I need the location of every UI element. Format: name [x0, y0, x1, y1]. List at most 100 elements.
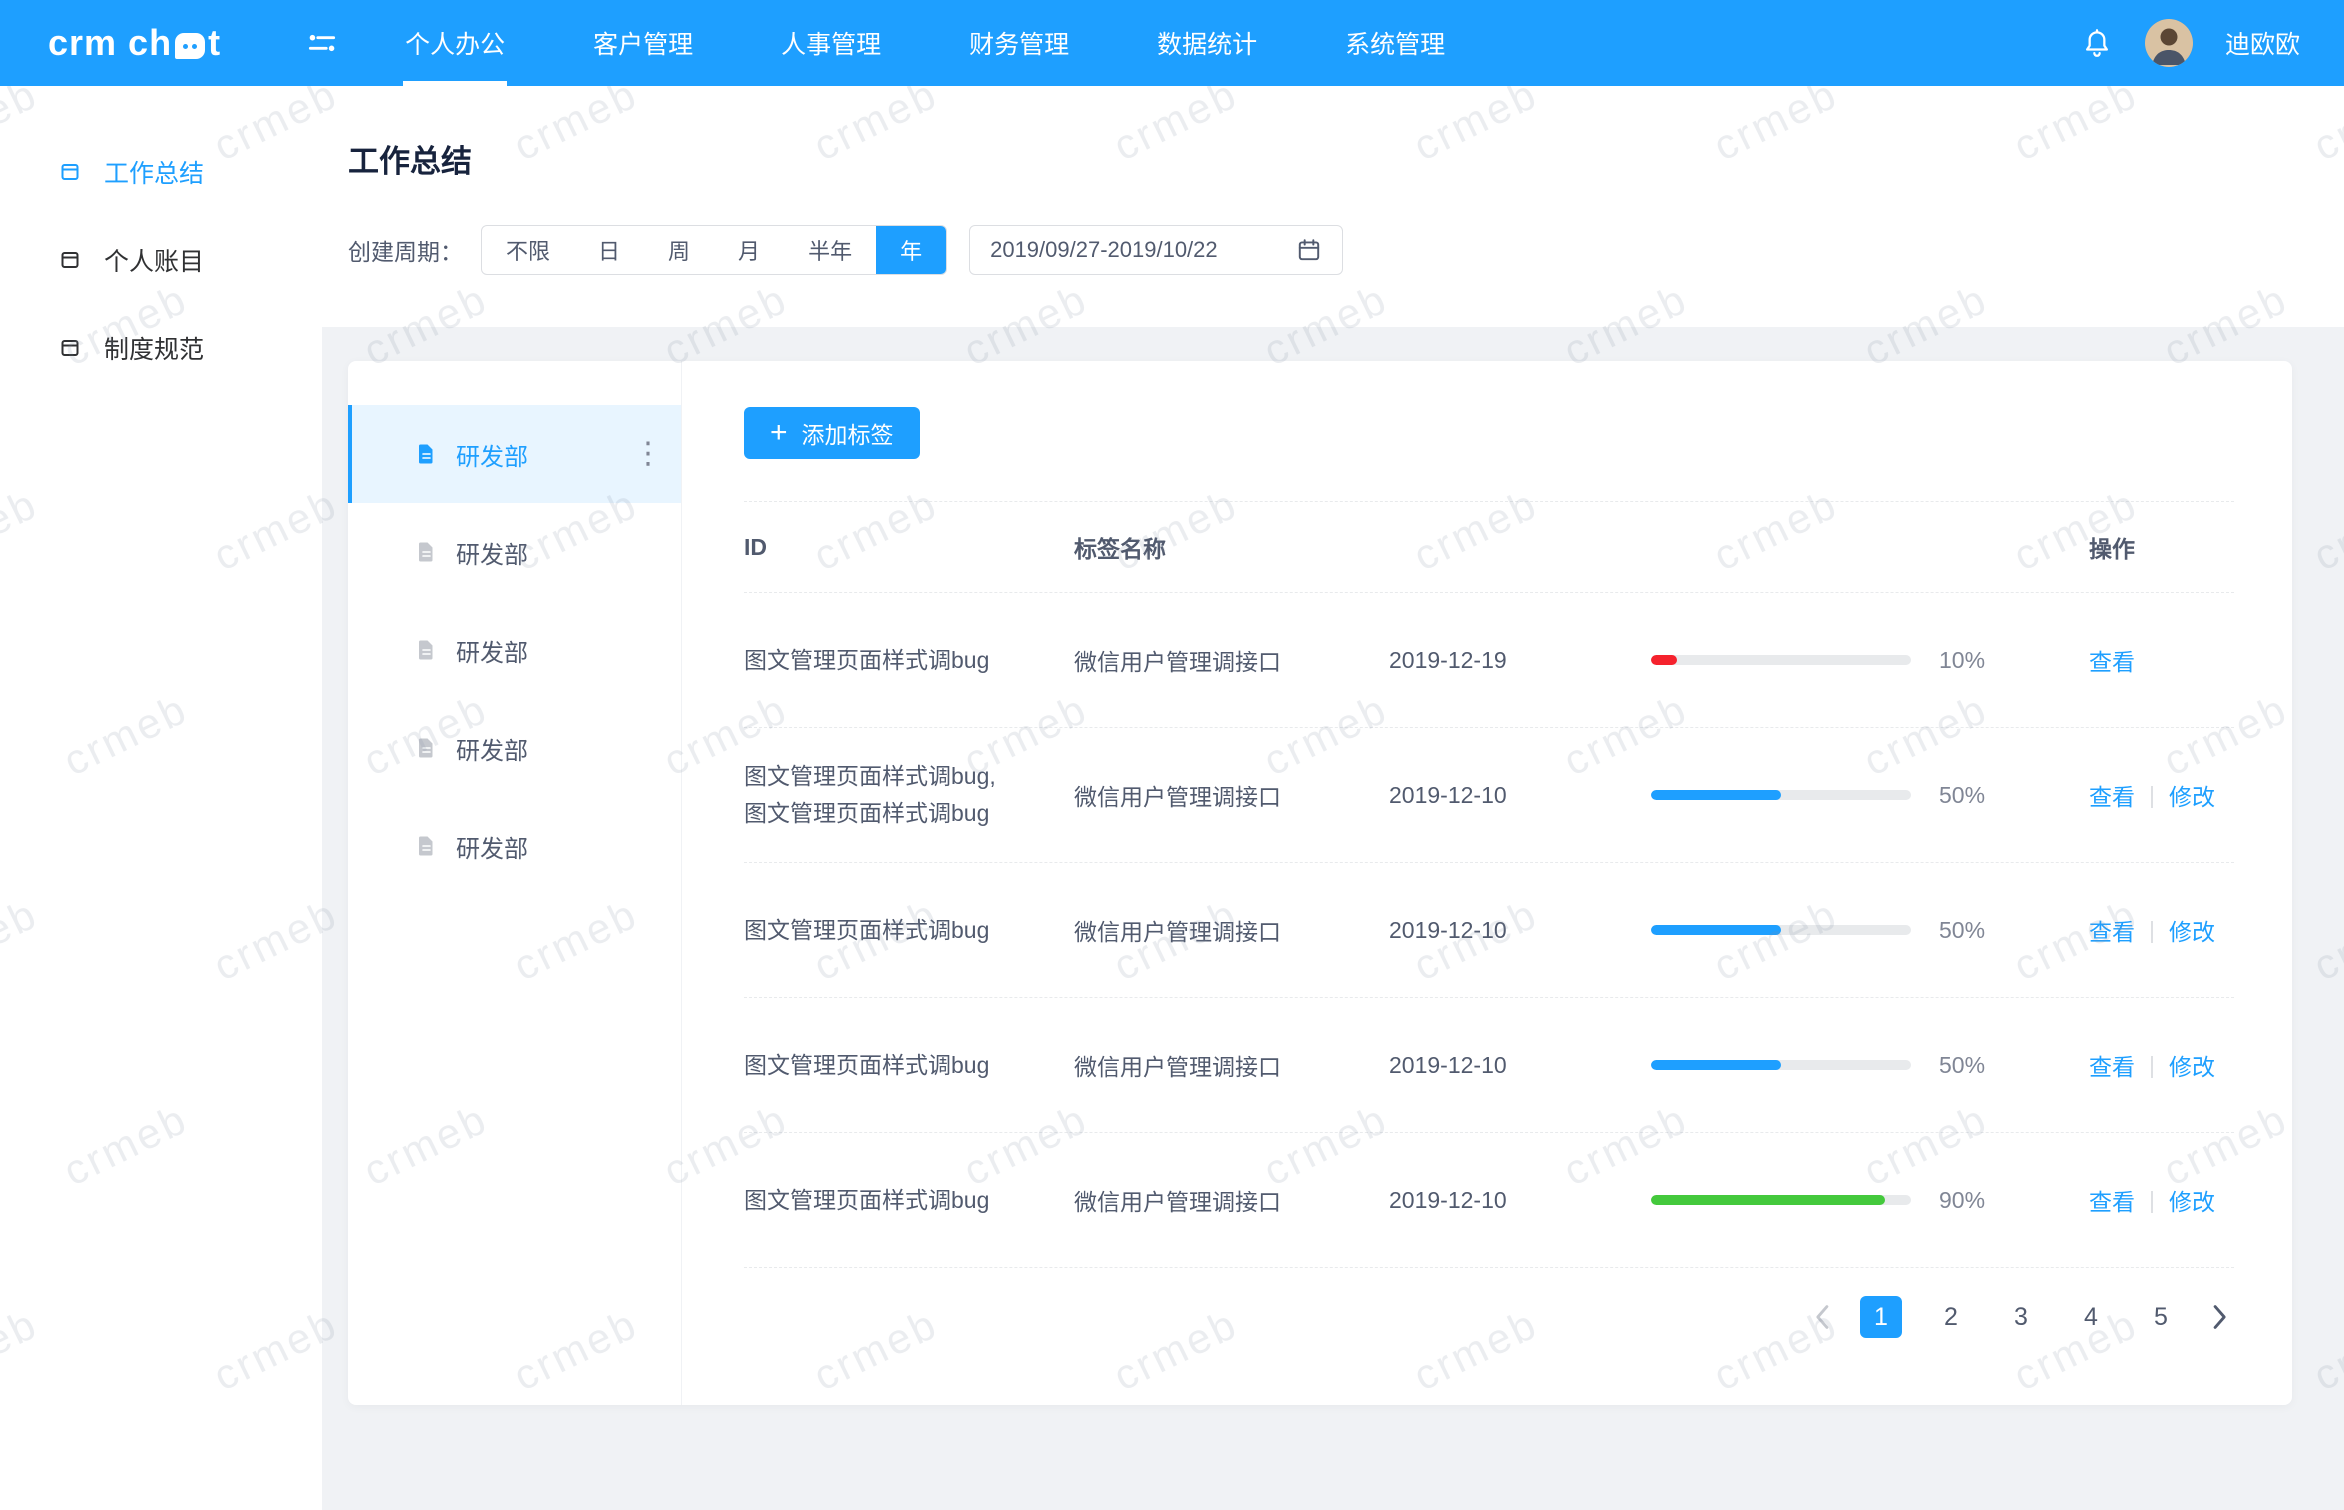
username[interactable]: 迪欧欧 — [2225, 25, 2300, 61]
sidebar: 工作总结 个人账目 制度规范 — [0, 86, 322, 1510]
period-option-day[interactable]: 日 — [574, 226, 644, 274]
panel-card: 研发部 ⋮ 研发部 — [348, 361, 2292, 1405]
view-link[interactable]: 查看 — [2089, 913, 2135, 947]
topbar: crm ch t 个人办公 客户管理 人事管理 财务管理 数据统计 系统管理 — [0, 0, 2344, 86]
action-divider: | — [2149, 1052, 2155, 1079]
percent-cell: 50% — [1939, 917, 2089, 944]
sidebar-item-regulations[interactable]: 制度规范 — [0, 304, 322, 392]
header-actions: 操作 — [2089, 530, 2234, 564]
progress-bar — [1651, 925, 1911, 935]
edit-link[interactable]: 修改 — [2169, 913, 2215, 947]
page-button-2[interactable]: 2 — [1930, 1296, 1972, 1338]
date-cell: 2019-12-10 — [1389, 1187, 1651, 1214]
nav-item-personal-office[interactable]: 个人办公 — [361, 0, 549, 86]
date-cell: 2019-12-10 — [1389, 782, 1651, 809]
table-row: 图文管理页面样式调bug 微信用户管理调接口 2019-12-10 90% 查看… — [744, 1133, 2234, 1268]
tag-name-cell: 微信用户管理调接口 — [1074, 1048, 1389, 1082]
tag-name-cell: 微信用户管理调接口 — [1074, 913, 1389, 947]
progress-bar — [1651, 790, 1911, 800]
view-link[interactable]: 查看 — [2089, 643, 2135, 677]
document-icon — [414, 540, 438, 564]
topbar-right: 迪欧欧 — [2081, 19, 2300, 67]
tag-name-cell: 微信用户管理调接口 — [1074, 1183, 1389, 1217]
regulations-icon — [58, 336, 82, 360]
nav-item-hr-mgmt[interactable]: 人事管理 — [737, 0, 925, 86]
avatar[interactable] — [2145, 19, 2193, 67]
percent-cell: 10% — [1939, 647, 2089, 674]
document-icon — [414, 442, 438, 466]
filter-row: 创建周期： 不限 日 周 月 半年 年 2019/09/27-2019/10/2… — [348, 225, 2304, 275]
percent-cell: 50% — [1939, 782, 2089, 809]
prev-page-icon[interactable] — [1814, 1304, 1832, 1330]
personal-accounts-icon — [58, 248, 82, 272]
filter-label: 创建周期： — [348, 233, 463, 267]
calendar-icon — [1296, 237, 1322, 263]
edit-link[interactable]: 修改 — [2169, 778, 2215, 812]
add-tag-button[interactable]: + 添加标签 — [744, 407, 920, 459]
period-option-year[interactable]: 年 — [876, 226, 946, 274]
page-header: 工作总结 创建周期： 不限 日 周 月 半年 年 2019/09/27-2019… — [322, 86, 2344, 327]
next-page-icon[interactable] — [2210, 1304, 2228, 1330]
period-option-half-year[interactable]: 半年 — [784, 226, 876, 274]
date-range-picker[interactable]: 2019/09/27-2019/10/22 — [969, 225, 1343, 275]
menu-toggle-icon[interactable] — [305, 26, 339, 60]
app-logo: crm ch t — [48, 22, 221, 64]
nav-item-customer-mgmt[interactable]: 客户管理 — [549, 0, 737, 86]
page-button-5[interactable]: 5 — [2140, 1296, 2182, 1338]
task-id-cell: 图文管理页面样式调bug — [744, 1047, 1074, 1084]
nav-item-system-mgmt[interactable]: 系统管理 — [1301, 0, 1489, 86]
plus-icon: + — [770, 418, 788, 448]
content-area: 研发部 ⋮ 研发部 — [322, 327, 2344, 1510]
chat-bubble-icon — [175, 33, 205, 59]
page-title: 工作总结 — [348, 136, 2304, 181]
department-item-2[interactable]: 研发部 — [348, 601, 681, 699]
action-divider: | — [2149, 1187, 2155, 1214]
logo-text-right: t — [208, 22, 221, 64]
more-options-icon[interactable]: ⋮ — [633, 439, 663, 469]
pagination: 1 2 3 4 5 — [744, 1296, 2228, 1338]
header-tag-name: 标签名称 — [1074, 530, 1389, 564]
view-link[interactable]: 查看 — [2089, 1183, 2135, 1217]
edit-link[interactable]: 修改 — [2169, 1048, 2215, 1082]
table-row: 图文管理页面样式调bug 微信用户管理调接口 2019-12-19 10% 查看 — [744, 593, 2234, 728]
progress-bar — [1651, 1195, 1911, 1205]
date-cell: 2019-12-10 — [1389, 1052, 1651, 1079]
department-item-3[interactable]: 研发部 — [348, 699, 681, 797]
nav-item-finance-mgmt[interactable]: 财务管理 — [925, 0, 1113, 86]
task-id-cell: 图文管理页面样式调bug — [744, 912, 1074, 949]
period-option-month[interactable]: 月 — [714, 226, 784, 274]
department-item-1[interactable]: 研发部 — [348, 503, 681, 601]
progress-bar — [1651, 655, 1911, 665]
nav-item-data-stats[interactable]: 数据统计 — [1113, 0, 1301, 86]
table-header-row: ID 标签名称 操作 — [744, 501, 2234, 593]
document-icon — [414, 638, 438, 662]
edit-link[interactable]: 修改 — [2169, 1183, 2215, 1217]
work-summary-icon — [58, 160, 82, 184]
task-id-cell: 图文管理页面样式调bug — [744, 1182, 1074, 1219]
view-link[interactable]: 查看 — [2089, 778, 2135, 812]
table-area: + 添加标签 ID 标签名称 操作 图文管理页面样式调bug 微信用户管理调接口 — [682, 361, 2292, 1405]
page-button-4[interactable]: 4 — [2070, 1296, 2112, 1338]
page-button-3[interactable]: 3 — [2000, 1296, 2042, 1338]
action-divider: | — [2149, 782, 2155, 809]
date-range-value: 2019/09/27-2019/10/22 — [990, 237, 1218, 263]
notification-bell-icon[interactable] — [2081, 27, 2113, 59]
date-cell: 2019-12-19 — [1389, 647, 1651, 674]
period-segmented-control: 不限 日 周 月 半年 年 — [481, 225, 947, 275]
top-nav: 个人办公 客户管理 人事管理 财务管理 数据统计 系统管理 — [361, 0, 1489, 86]
action-divider: | — [2149, 917, 2155, 944]
page-button-1[interactable]: 1 — [1860, 1296, 1902, 1338]
tags-table: ID 标签名称 操作 图文管理页面样式调bug 微信用户管理调接口 2019-1… — [744, 501, 2234, 1268]
period-option-week[interactable]: 周 — [644, 226, 714, 274]
period-option-unlimited[interactable]: 不限 — [482, 226, 574, 274]
department-item-4[interactable]: 研发部 — [348, 797, 681, 895]
department-item-0[interactable]: 研发部 ⋮ — [348, 405, 681, 503]
table-row: 图文管理页面样式调bug 微信用户管理调接口 2019-12-10 50% 查看… — [744, 863, 2234, 998]
date-cell: 2019-12-10 — [1389, 917, 1651, 944]
sidebar-item-work-summary[interactable]: 工作总结 — [0, 128, 322, 216]
department-list: 研发部 ⋮ 研发部 — [348, 361, 682, 1405]
task-id-cell: 图文管理页面样式调bug — [744, 642, 1074, 679]
sidebar-item-personal-accounts[interactable]: 个人账目 — [0, 216, 322, 304]
view-link[interactable]: 查看 — [2089, 1048, 2135, 1082]
percent-cell: 50% — [1939, 1052, 2089, 1079]
